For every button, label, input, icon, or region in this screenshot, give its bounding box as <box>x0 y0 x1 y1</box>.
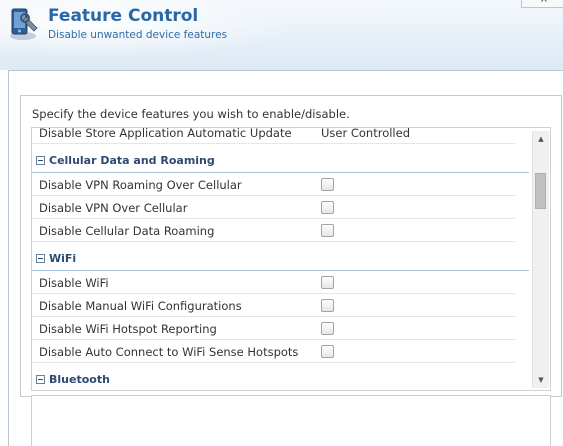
feature-label: Disable WiFi Hotspot Reporting <box>39 322 217 336</box>
section-title: Cellular Data and Roaming <box>49 154 215 167</box>
feature-label: Disable Cellular Data Roaming <box>39 224 215 238</box>
list-scrollbar[interactable]: ▲ ▼ <box>532 131 549 388</box>
feature-checkbox[interactable] <box>321 178 334 191</box>
feature-checkbox[interactable] <box>321 276 334 289</box>
feature-label: Disable Manual WiFi Configurations <box>39 299 242 313</box>
feature-label: Disable Auto Connect to WiFi Sense Hotsp… <box>39 345 299 359</box>
scroll-down-icon[interactable]: ▼ <box>533 372 549 388</box>
app-subtitle: Disable unwanted device features <box>48 29 228 41</box>
collapse-toggle-icon[interactable] <box>36 254 45 263</box>
collapse-toggle-icon[interactable] <box>36 375 45 384</box>
feature-checkbox[interactable] <box>321 201 334 214</box>
instructions-text: Specify the device features you wish to … <box>32 107 350 121</box>
feature-list: Disable Store Application Automatic Upda… <box>31 127 551 391</box>
section-title: WiFi <box>49 252 77 265</box>
feature-row: Disable Manual WiFi Configurations <box>32 294 515 317</box>
feature-row: Disable Store Application Automatic Upda… <box>32 127 515 144</box>
feature-row: Disable WiFi <box>32 271 515 294</box>
feature-label: Disable VPN Over Cellular <box>39 201 188 215</box>
feature-label: Disable VPN Roaming Over Cellular <box>39 178 242 192</box>
close-button[interactable]: × <box>521 0 563 8</box>
app-title: Feature Control <box>48 6 199 26</box>
feature-checkbox[interactable] <box>321 322 334 335</box>
feature-row: Disable VPN Over Cellular <box>32 196 515 219</box>
scroll-up-icon[interactable]: ▲ <box>533 131 549 147</box>
section-header-cellular[interactable]: Cellular Data and Roaming <box>32 149 529 173</box>
details-panel <box>31 395 551 446</box>
section-header-bluetooth[interactable]: Bluetooth <box>32 368 529 390</box>
collapse-toggle-icon[interactable] <box>36 156 45 165</box>
feature-checkbox[interactable] <box>321 345 334 358</box>
feature-row: Disable VPN Roaming Over Cellular <box>32 173 515 196</box>
feature-checkbox[interactable] <box>321 299 334 312</box>
section-header-wifi[interactable]: WiFi <box>32 247 529 271</box>
section-title: Bluetooth <box>49 373 110 386</box>
scroll-thumb[interactable] <box>535 173 546 209</box>
feature-label: Disable WiFi <box>39 276 109 290</box>
device-wrench-icon <box>10 8 38 40</box>
feature-checkbox[interactable] <box>321 224 334 237</box>
app-header: Feature Control Disable unwanted device … <box>0 0 563 70</box>
feature-row: Disable Cellular Data Roaming <box>32 219 515 242</box>
feature-row: Disable WiFi Hotspot Reporting <box>32 317 515 340</box>
feature-label: Disable Store Application Automatic Upda… <box>39 127 292 140</box>
feature-value[interactable]: User Controlled <box>321 128 410 140</box>
feature-row: Disable Auto Connect to WiFi Sense Hotsp… <box>32 340 515 363</box>
